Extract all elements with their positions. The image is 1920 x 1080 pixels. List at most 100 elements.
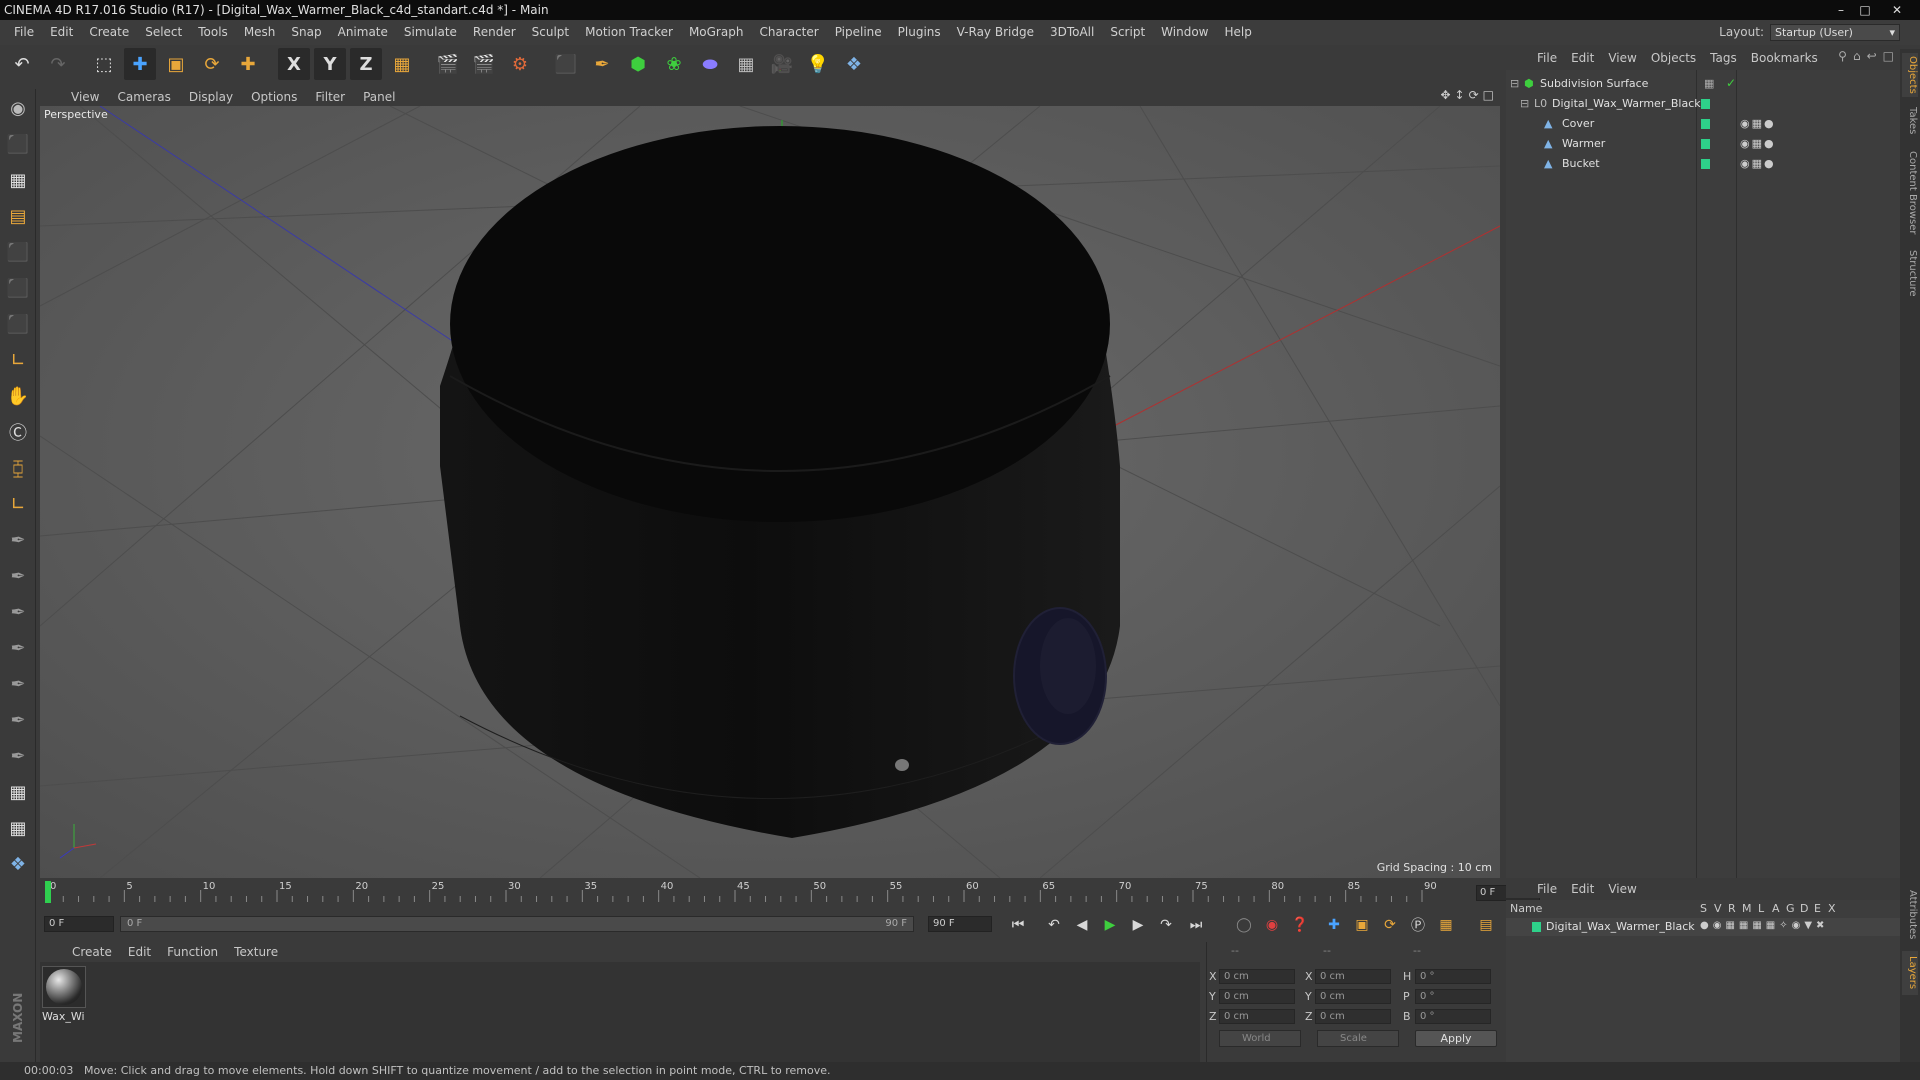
column-generators[interactable]: G	[1786, 902, 1795, 915]
menu-3dtoall[interactable]: 3DToAll	[1042, 20, 1102, 45]
layer-menu-file[interactable]: File	[1530, 882, 1564, 896]
floor-icon[interactable]: ▦	[730, 48, 762, 80]
deformer-icon[interactable]: ⬬	[694, 48, 726, 80]
menu-create[interactable]: Create	[81, 20, 137, 45]
render-view-icon[interactable]: 🎬	[432, 48, 464, 80]
layer-row[interactable]: Digital_Wax_Warmer_Black ●◉▦▦▦▦✧◉▼✖	[1506, 918, 1900, 936]
next-frame-icon[interactable]: ▶	[1126, 914, 1150, 936]
layer-menu-view[interactable]: View	[1601, 882, 1643, 896]
viewport-menu-filter[interactable]: Filter	[306, 90, 354, 104]
rotation-p-field[interactable]: 0 °	[1415, 989, 1491, 1004]
camera-icon[interactable]: 🎥	[766, 48, 798, 80]
object-row[interactable]: ⊟ ⬢ Subdivision Surface ▦ ✓	[1506, 74, 1900, 94]
sculpt-pull-icon[interactable]: ✒	[1, 559, 35, 593]
column-manager[interactable]: M	[1742, 902, 1752, 915]
rotate-icon[interactable]: ⟳	[196, 48, 228, 80]
sculpt-inflate-icon[interactable]: ✒	[1, 631, 35, 665]
tweak-mode-icon[interactable]: ✋	[1, 379, 35, 413]
sculpt-mask-icon[interactable]: ✒	[1, 739, 35, 773]
render-settings-icon[interactable]: ⚙	[504, 48, 536, 80]
tab-structure[interactable]: Structure	[1902, 245, 1918, 301]
rotation-b-field[interactable]: 0 °	[1415, 1009, 1491, 1024]
previous-key-icon[interactable]: ↶	[1042, 914, 1066, 936]
workplane-icon[interactable]: ▤	[1, 199, 35, 233]
max-frame-field[interactable]: 90 F	[928, 916, 992, 932]
go-to-start-icon[interactable]: ⏮	[1006, 914, 1030, 936]
coordinate-system-icon[interactable]: ▦	[386, 48, 418, 80]
column-view[interactable]: V	[1714, 902, 1722, 915]
back-icon[interactable]: ↩	[1867, 49, 1877, 63]
lock-icon[interactable]: ▦	[1, 775, 35, 809]
frame-range-slider[interactable]: 0 F 90 F	[120, 916, 914, 932]
layer-menu-edit[interactable]: Edit	[1564, 882, 1601, 896]
keyframe-selection-icon[interactable]: ❓	[1288, 914, 1312, 936]
next-key-icon[interactable]: ↷	[1154, 914, 1178, 936]
timeline-ruler[interactable]: 0 5 10 15 20 25 30 35 40 45 50 55 60 65 70 75 80 85 90 0 F	[40, 878, 1540, 908]
menu-sculpt[interactable]: Sculpt	[524, 20, 577, 45]
layer-name[interactable]: Digital_Wax_Warmer_Black	[1546, 920, 1695, 933]
previous-frame-icon[interactable]: ◀	[1070, 914, 1094, 936]
make-editable-icon[interactable]: ◉	[1, 91, 35, 125]
new-panel-icon[interactable]: □	[1883, 49, 1894, 63]
y-axis-icon[interactable]: Y	[314, 48, 346, 80]
dolly-icon[interactable]: ↕	[1455, 88, 1465, 102]
objmgr-menu-tags[interactable]: Tags	[1703, 51, 1744, 65]
tab-attributes[interactable]: Attributes	[1902, 883, 1918, 947]
maximize-icon[interactable]: □	[1854, 2, 1876, 18]
light-icon[interactable]: 💡	[802, 48, 834, 80]
viewport-menu-view[interactable]: View	[62, 90, 108, 104]
object-row[interactable]: ▲ Cover ◉▦●	[1506, 114, 1900, 134]
menu-vray-bridge[interactable]: V-Ray Bridge	[949, 20, 1042, 45]
key-scale-icon[interactable]: ▣	[1350, 914, 1374, 936]
python-icon[interactable]: ❖	[838, 48, 870, 80]
position-y-field[interactable]: 0 cm	[1219, 989, 1295, 1004]
sculpt-layer-icon[interactable]: ▦	[1, 811, 35, 845]
wax-warmer-top[interactable]	[450, 126, 1110, 522]
menu-help[interactable]: Help	[1216, 20, 1259, 45]
move-icon[interactable]: ✚	[124, 48, 156, 80]
objmgr-menu-objects[interactable]: Objects	[1644, 51, 1703, 65]
object-tags[interactable]: ◉▦●	[1740, 157, 1776, 170]
key-parameter-icon[interactable]: Ⓟ	[1406, 914, 1430, 936]
points-mode-icon[interactable]: ⬛	[1, 235, 35, 269]
object-name[interactable]: Cover	[1562, 117, 1594, 130]
menu-motion-tracker[interactable]: Motion Tracker	[577, 20, 681, 45]
column-render[interactable]: R	[1728, 902, 1736, 915]
sculpt-brush-icon[interactable]: ✒	[1, 523, 35, 557]
column-expressions[interactable]: E	[1814, 902, 1821, 915]
scale-icon[interactable]: ▣	[160, 48, 192, 80]
viewport-perspective[interactable]: Perspective Grid Spacing : 10 cm	[40, 106, 1500, 878]
menu-tools[interactable]: Tools	[190, 20, 236, 45]
size-x-field[interactable]: 0 cm	[1315, 969, 1391, 984]
key-position-icon[interactable]: ✚	[1322, 914, 1346, 936]
object-row[interactable]: ⊟ L0 Digital_Wax_Warmer_Black	[1506, 94, 1900, 114]
column-animation[interactable]: A	[1772, 902, 1780, 915]
layout-dropdown[interactable]: Startup (User)	[1770, 23, 1900, 41]
polygons-mode-icon[interactable]: ⬛	[1, 307, 35, 341]
record-keys-icon[interactable]: ◯	[1232, 914, 1256, 936]
menu-window[interactable]: Window	[1153, 20, 1216, 45]
column-deformers[interactable]: D	[1800, 902, 1808, 915]
x-axis-icon[interactable]: X	[278, 48, 310, 80]
tab-content-browser[interactable]: Content Browser	[1902, 145, 1918, 241]
timeline-window-icon[interactable]: ▤	[1474, 914, 1498, 936]
orbit-icon[interactable]: ⟳	[1469, 88, 1479, 102]
magnet-icon[interactable]: ⧮	[1, 451, 35, 485]
objmgr-menu-edit[interactable]: Edit	[1564, 51, 1601, 65]
pan-icon[interactable]: ✥	[1440, 88, 1450, 102]
go-to-end-icon[interactable]: ⏭	[1184, 914, 1208, 936]
render-picture-viewer-icon[interactable]: 🎬	[468, 48, 500, 80]
apply-button[interactable]: Apply	[1415, 1030, 1497, 1047]
menu-character[interactable]: Character	[751, 20, 826, 45]
viewport-menu-panel[interactable]: Panel	[354, 90, 404, 104]
object-name[interactable]: Bucket	[1562, 157, 1600, 170]
viewport-menu-display[interactable]: Display	[180, 90, 242, 104]
column-locked[interactable]: L	[1758, 902, 1764, 915]
object-name[interactable]: Subdivision Surface	[1540, 77, 1648, 90]
menu-animate[interactable]: Animate	[330, 20, 396, 45]
search-icon[interactable]: ⚲	[1838, 49, 1847, 63]
size-mode-dropdown[interactable]: Scale	[1317, 1030, 1399, 1047]
edges-mode-icon[interactable]: ⬛	[1, 271, 35, 305]
viewport-menu-cameras[interactable]: Cameras	[108, 90, 179, 104]
object-tags[interactable]: ◉▦●	[1740, 137, 1776, 150]
